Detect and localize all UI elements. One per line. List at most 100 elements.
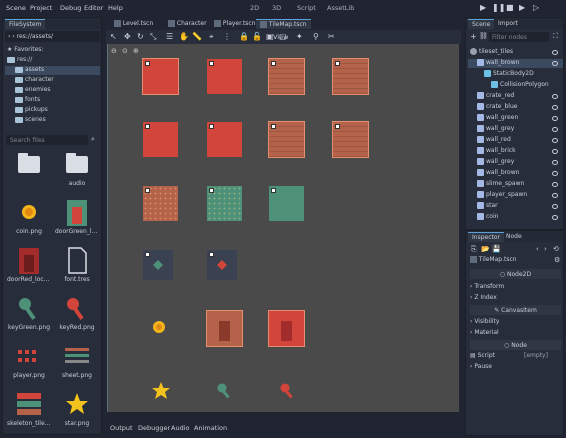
scene-node-wallgreen[interactable]: wall_green bbox=[468, 114, 563, 123]
visibility-eye-icon[interactable] bbox=[552, 193, 558, 198]
file-item[interactable]: doorRed_lock.png bbox=[7, 246, 51, 292]
tab-character[interactable]: Character bbox=[164, 19, 211, 29]
save-resource-icon[interactable]: 💾 bbox=[492, 245, 501, 253]
section-zindex[interactable]: › Z Index bbox=[470, 294, 497, 301]
file-item[interactable]: font.tres bbox=[55, 246, 99, 292]
visibility-eye-icon[interactable] bbox=[552, 204, 558, 209]
section-pause[interactable]: › Pause bbox=[470, 363, 492, 370]
scene-node-wallbrown[interactable]: wall_brown bbox=[468, 169, 563, 178]
tree-item-favorites[interactable]: ★ Favorites: bbox=[5, 46, 100, 55]
visibility-eye-icon[interactable] bbox=[552, 61, 558, 66]
file-item[interactable]: keyGreen.png bbox=[7, 294, 51, 340]
camera-icon[interactable]: ✂ bbox=[328, 32, 335, 41]
tab-audio[interactable]: Audio bbox=[171, 424, 189, 432]
path-bar[interactable]: ‹ › res://assets/ bbox=[5, 31, 100, 42]
tab-debugger[interactable]: Debugger bbox=[138, 424, 170, 432]
tile-player-spawn[interactable] bbox=[207, 250, 237, 280]
instance-icon[interactable]: ⛶ bbox=[553, 32, 558, 41]
tab-import[interactable]: Import bbox=[494, 19, 522, 29]
file-item[interactable]: audio bbox=[55, 150, 99, 196]
tab-filesystem[interactable]: FileSystem bbox=[5, 19, 46, 29]
door-brown[interactable] bbox=[206, 310, 243, 347]
tree-item-enemies[interactable]: enemies bbox=[5, 86, 100, 95]
visibility-eye-icon[interactable] bbox=[552, 138, 558, 143]
visibility-eye-icon[interactable] bbox=[552, 171, 558, 176]
visibility-eye-icon[interactable] bbox=[552, 215, 558, 220]
play-icon[interactable]: ▶ bbox=[480, 3, 489, 12]
scene-node-staticbody2d[interactable]: StaticBody2D bbox=[468, 70, 563, 79]
filter-nodes-input[interactable]: Filter nodes bbox=[489, 32, 549, 42]
tile-red-hatched[interactable] bbox=[142, 58, 179, 95]
bone-icon[interactable]: ⚲ bbox=[313, 32, 319, 41]
tile-teal[interactable] bbox=[269, 186, 304, 221]
tile-brown-brick[interactable] bbox=[332, 58, 369, 95]
tile-brown-dots[interactable] bbox=[143, 186, 178, 221]
menu-debug[interactable]: Debug bbox=[60, 4, 81, 12]
visibility-eye-icon[interactable] bbox=[552, 149, 558, 154]
section-transform[interactable]: › Transform bbox=[470, 283, 504, 290]
scene-node-wallgrey[interactable]: wall_grey bbox=[468, 125, 563, 134]
object-menu-icon[interactable]: ⚙ bbox=[554, 256, 560, 264]
lock-icon[interactable]: 🔒 bbox=[239, 32, 249, 41]
file-item[interactable]: doorGreen_lock.png bbox=[55, 198, 99, 244]
back-icon[interactable]: ‹ › bbox=[8, 33, 17, 40]
scene-node-cratered[interactable]: crate_red bbox=[468, 92, 563, 101]
file-item[interactable]: skeleton_tileset... bbox=[7, 390, 51, 436]
skeleton-icon[interactable]: ✦ bbox=[296, 32, 303, 41]
mode-3d[interactable]: 3D bbox=[272, 4, 281, 12]
add-node-icon[interactable]: + bbox=[470, 32, 477, 41]
new-resource-icon[interactable]: ⎘ bbox=[471, 245, 477, 254]
file-item[interactable]: coin.png bbox=[7, 198, 51, 244]
tab-player[interactable]: Player.tscn bbox=[210, 19, 260, 29]
visibility-eye-icon[interactable] bbox=[552, 105, 558, 110]
inspected-node[interactable]: TileMap.tscn bbox=[470, 256, 560, 265]
zoom-in-icon[interactable]: ⊕ bbox=[133, 47, 139, 55]
tile-teal-dots[interactable] bbox=[207, 186, 242, 221]
unlock-icon[interactable]: 🔓 bbox=[252, 32, 262, 41]
load-resource-icon[interactable]: 📂 bbox=[481, 245, 490, 253]
key-green[interactable] bbox=[215, 381, 235, 401]
file-item[interactable]: player.png bbox=[7, 342, 51, 388]
mode-script[interactable]: Script bbox=[297, 4, 316, 12]
scene-node-tilesettiles[interactable]: tileset_tiles bbox=[468, 48, 563, 57]
history-forward-icon[interactable]: › bbox=[544, 245, 547, 253]
tab-node[interactable]: Node bbox=[502, 232, 526, 242]
tile-slime-spawn[interactable] bbox=[143, 250, 173, 280]
tile-red[interactable] bbox=[143, 122, 178, 157]
file-item[interactable] bbox=[7, 150, 51, 196]
mode-assetlib[interactable]: AssetLib bbox=[327, 4, 354, 12]
pause-icon[interactable]: ❚❚ bbox=[492, 3, 505, 12]
tab-scene[interactable]: Scene bbox=[468, 19, 495, 29]
file-item[interactable]: keyRed.png bbox=[55, 294, 99, 340]
ruler-tool-icon[interactable]: 📏 bbox=[192, 32, 202, 41]
key-red[interactable] bbox=[278, 381, 298, 401]
history-icon[interactable]: ⟲ bbox=[553, 245, 559, 253]
play-custom-icon[interactable]: ▷ bbox=[533, 3, 542, 12]
move-tool-icon[interactable]: ✥ bbox=[124, 32, 131, 41]
star[interactable] bbox=[151, 381, 171, 401]
scale-tool-icon[interactable]: ⤡ bbox=[150, 32, 156, 42]
file-item[interactable]: star.png bbox=[55, 390, 99, 436]
scene-node-wallred[interactable]: wall_red bbox=[468, 136, 563, 145]
menu-scene[interactable]: Scene bbox=[6, 4, 26, 12]
tab-output[interactable]: Output bbox=[110, 424, 133, 432]
visibility-eye-icon[interactable] bbox=[552, 116, 558, 121]
search-icon[interactable]: ⌕ bbox=[91, 135, 95, 144]
link-icon[interactable]: ⛓ bbox=[479, 32, 488, 40]
tree-item-character[interactable]: character bbox=[5, 76, 100, 85]
section-visibility[interactable]: › Visibility bbox=[470, 318, 499, 325]
play-scene-icon[interactable]: ▶ bbox=[519, 3, 528, 12]
visibility-eye-icon[interactable] bbox=[552, 94, 558, 99]
scene-node-slimespawn[interactable]: slime_spawn bbox=[468, 180, 563, 189]
stop-icon[interactable]: ■ bbox=[506, 3, 515, 12]
visibility-eye-icon[interactable] bbox=[552, 50, 558, 55]
script-value[interactable]: [empty] bbox=[524, 352, 548, 359]
tile-red-ledge[interactable] bbox=[207, 122, 242, 157]
tile-brown-brick[interactable] bbox=[332, 121, 369, 158]
scene-node-playerspawn[interactable]: player_spawn bbox=[468, 191, 563, 200]
tile-red[interactable] bbox=[207, 59, 242, 94]
tab-inspector[interactable]: Inspector bbox=[468, 232, 504, 242]
door-red[interactable] bbox=[268, 310, 305, 347]
tree-item-fonts[interactable]: fonts bbox=[5, 96, 100, 105]
menu-editor[interactable]: Editor bbox=[84, 4, 103, 12]
